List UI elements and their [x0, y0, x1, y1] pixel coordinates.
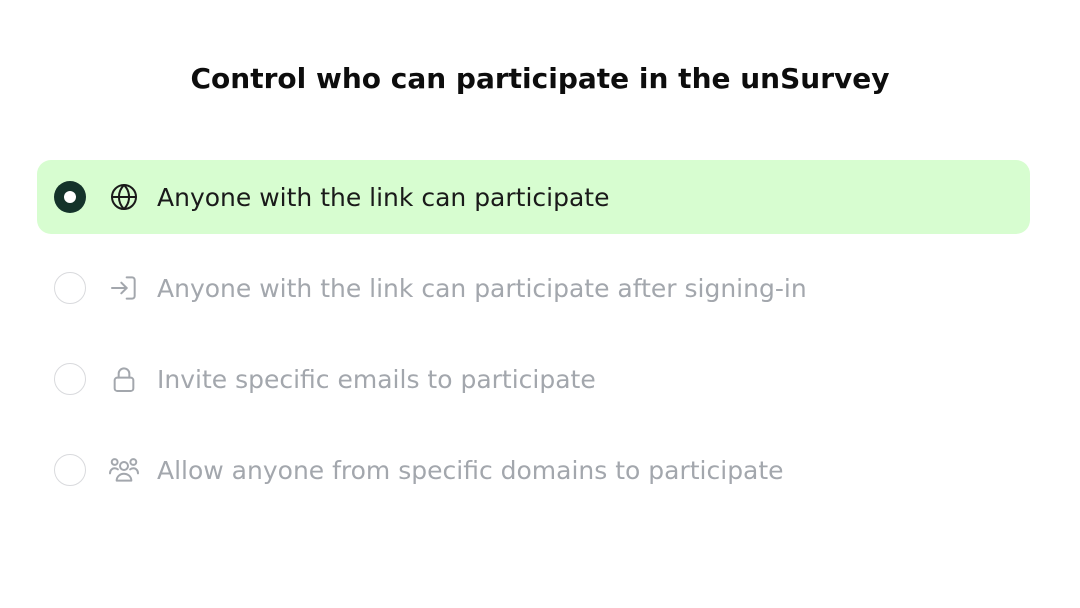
page-title: Control who can participate in the unSur… — [190, 62, 890, 95]
users-group-icon — [107, 453, 141, 487]
option-label: Anyone with the link can participate aft… — [157, 273, 807, 303]
participation-options-list: Anyone with the link can participate Any… — [37, 160, 1030, 524]
option-label: Anyone with the link can participate — [157, 182, 610, 212]
radio-button[interactable] — [54, 272, 86, 304]
option-link-after-sign-in[interactable]: Anyone with the link can participate aft… — [37, 251, 1030, 325]
participation-settings-page: Control who can participate in the unSur… — [0, 0, 1080, 608]
option-invite-specific-emails[interactable]: Invite specific emails to participate — [37, 342, 1030, 416]
option-label: Allow anyone from specific domains to pa… — [157, 455, 784, 485]
radio-button[interactable] — [54, 363, 86, 395]
lock-icon — [107, 362, 141, 396]
option-label: Invite specific emails to participate — [157, 364, 596, 394]
radio-button-selected[interactable] — [54, 181, 86, 213]
radio-button[interactable] — [54, 454, 86, 486]
globe-icon — [107, 180, 141, 214]
option-anyone-with-link[interactable]: Anyone with the link can participate — [37, 160, 1030, 234]
option-specific-domains[interactable]: Allow anyone from specific domains to pa… — [37, 433, 1030, 507]
sign-in-icon — [107, 271, 141, 305]
